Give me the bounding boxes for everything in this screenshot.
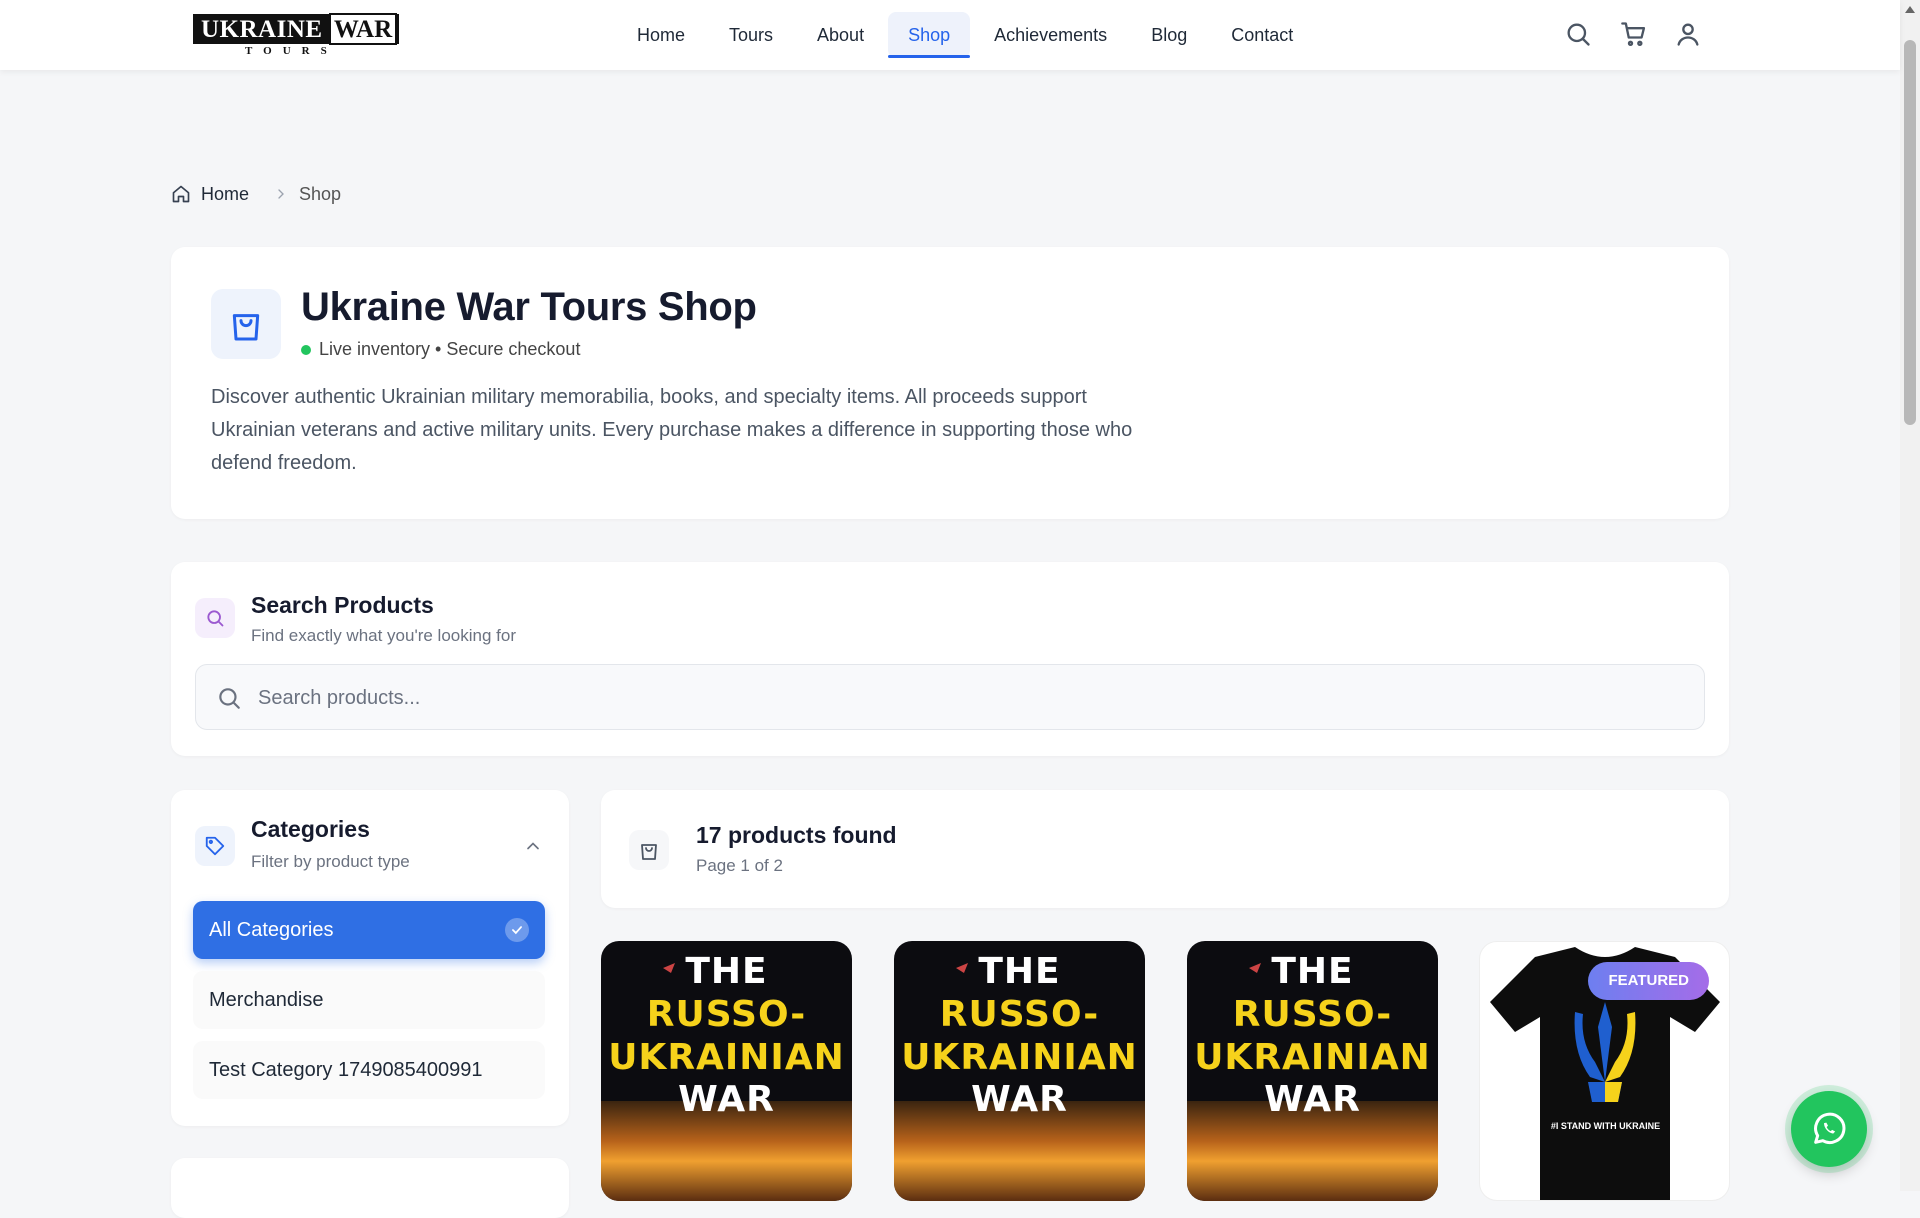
whatsapp-icon	[1814, 1112, 1846, 1144]
cover-title-line: UKRAINIAN	[608, 1037, 845, 1078]
results-card: 17 products found Page 1 of 2	[601, 790, 1729, 908]
search-box[interactable]	[195, 664, 1705, 731]
search-card: Search Products Find exactly what you're…	[171, 562, 1729, 756]
cover-title-line: THE	[978, 951, 1061, 992]
category-merchandise[interactable]: Merchandise	[193, 971, 545, 1029]
hero-icon-box	[211, 289, 281, 359]
product-card-book-1[interactable]: THE RUSSO- UKRAINIAN WAR	[601, 941, 852, 1201]
page-title: Ukraine War Tours Shop	[301, 285, 757, 329]
site-logo[interactable]: UKRAINE WAR TOURS	[193, 13, 399, 58]
breadcrumb-current: Shop	[299, 183, 342, 204]
breadcrumb: Home Shop	[171, 182, 341, 206]
cover-title-line: WAR	[1264, 1079, 1361, 1120]
cover-title-line: UKRAINIAN	[1194, 1037, 1431, 1078]
product-card-tshirt[interactable]: #I STAND WITH UKRAINE FEATURED	[1479, 941, 1730, 1201]
logo-text: UKRAINE	[201, 16, 323, 43]
categories-card: Categories Filter by product type All Ca…	[171, 790, 569, 1126]
shopping-bag-icon	[641, 844, 657, 860]
cover-title-line: RUSSO-	[939, 994, 1100, 1035]
categories-icon-box	[195, 826, 235, 866]
nav-contact[interactable]: Contact	[1211, 12, 1313, 58]
category-label: All Categories	[209, 919, 334, 941]
nav-home[interactable]: Home	[617, 12, 705, 58]
home-icon[interactable]	[171, 184, 191, 204]
check-icon	[505, 918, 529, 942]
live-status-dot	[301, 344, 311, 355]
cover-title-line: RUSSO-	[1232, 994, 1393, 1035]
nav-shop[interactable]: Shop	[888, 12, 971, 58]
breadcrumb-home[interactable]: Home	[201, 184, 249, 205]
nav-about[interactable]: About	[797, 12, 884, 58]
main-nav: Home Tours About Shop Achievements Blog …	[617, 12, 1313, 58]
search-card-icon-box	[195, 598, 235, 638]
top-navbar: UKRAINE WAR TOURS Home Tours About Shop …	[0, 0, 1900, 70]
cover-title-line: UKRAINIAN	[901, 1037, 1138, 1078]
featured-badge: FEATURED	[1588, 962, 1709, 1000]
category-label: Test Category 1749085400991	[209, 1059, 483, 1081]
status-text: Live inventory • Secure checkout	[319, 339, 581, 359]
product-card-book-3[interactable]: THE RUSSO- UKRAINIAN WAR	[1187, 941, 1438, 1201]
categories-subtitle: Filter by product type	[251, 852, 410, 871]
results-page: Page 1 of 2	[696, 856, 783, 875]
chevron-up-icon[interactable]	[523, 836, 543, 856]
product-card-book-2[interactable]: THE RUSSO- UKRAINIAN WAR	[894, 941, 1145, 1201]
cover-title-line: THE	[1271, 951, 1354, 992]
hero-description: Discover authentic Ukrainian military me…	[211, 386, 1133, 474]
category-test[interactable]: Test Category 1749085400991	[193, 1041, 545, 1099]
search-icon[interactable]	[1564, 20, 1592, 48]
logo-war-text: WAR	[329, 13, 397, 45]
whatsapp-chat-button[interactable]	[1791, 1091, 1867, 1167]
nav-achievements[interactable]: Achievements	[974, 12, 1127, 58]
search-icon	[207, 610, 224, 627]
cover-title-line: THE	[685, 951, 768, 992]
search-title: Search Products	[251, 592, 434, 618]
results-icon-box	[629, 830, 669, 870]
chevron-right-icon	[278, 189, 284, 199]
category-label: Merchandise	[209, 989, 324, 1011]
filter-card-partial	[171, 1158, 569, 1218]
category-all[interactable]: All Categories	[193, 901, 545, 959]
search-subtitle: Find exactly what you're looking for	[251, 626, 516, 645]
shop-hero-card: Ukraine War Tours Shop Live inventory • …	[171, 247, 1729, 519]
search-input-icon	[219, 688, 240, 709]
tshirt-print-text: #I STAND WITH UKRAINE	[1550, 1121, 1661, 1131]
scroll-up-arrow-icon[interactable]	[1905, 6, 1915, 13]
cart-icon[interactable]	[1620, 20, 1648, 48]
search-input[interactable]	[256, 665, 1680, 731]
cover-title-line: WAR	[678, 1079, 775, 1120]
tag-icon	[205, 836, 225, 856]
cover-title-line: WAR	[971, 1079, 1068, 1120]
shopping-bag-icon	[232, 314, 260, 341]
nav-tours[interactable]: Tours	[709, 12, 793, 58]
cover-title-line: RUSSO-	[646, 994, 807, 1035]
logo-tours-text: TOURS	[245, 45, 338, 57]
user-icon[interactable]	[1674, 20, 1702, 48]
categories-title: Categories	[251, 816, 370, 842]
results-count: 17 products found	[696, 822, 897, 848]
hero-status: Live inventory • Secure checkout	[301, 339, 580, 360]
scrollbar-thumb[interactable]	[1904, 40, 1916, 425]
nav-blog[interactable]: Blog	[1131, 12, 1207, 58]
